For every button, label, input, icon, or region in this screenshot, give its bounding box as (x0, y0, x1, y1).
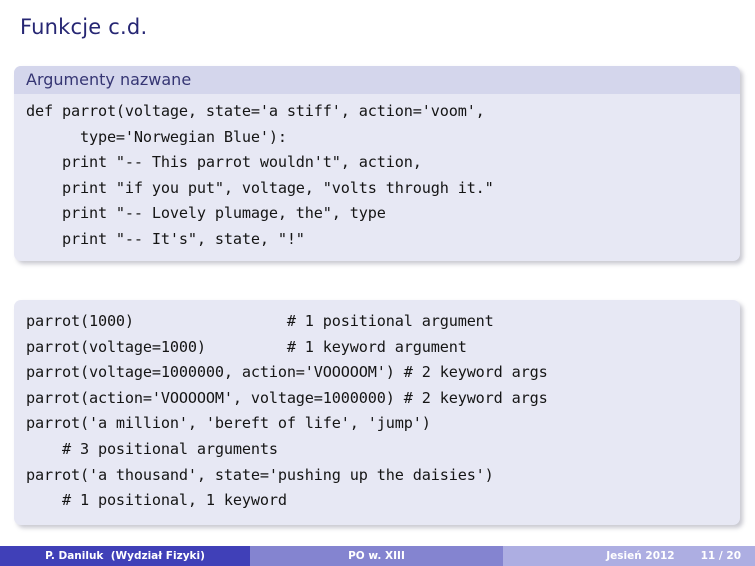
footer-right-group: Jesień 2012 11 / 20 (503, 546, 755, 566)
code-line: parrot(1000) # 1 positional argument (26, 312, 494, 330)
code-listing-function-definition: def parrot(voltage, state='a stiff', act… (14, 94, 740, 261)
code-line: print "-- It's", state, "!" (26, 229, 305, 248)
code-line: parrot('a million', 'bereft of life', 'j… (26, 414, 431, 433)
code-line: # 1 positional, 1 keyword (26, 491, 287, 510)
block-title-argumenty-nazwane: Argumenty nazwane (14, 66, 740, 94)
footer-page-number: 11 / 20 (700, 550, 741, 562)
code-line: print "-- This parrot wouldn't", action, (26, 153, 422, 172)
footer-author: P. Daniluk (Wydział Fizyki) (0, 546, 250, 566)
page-title: Funkcje c.d. (20, 15, 148, 39)
code-line: type='Norwegian Blue'): (26, 127, 287, 146)
footer-course: PO w. XIII (250, 546, 503, 566)
code-line: def parrot(voltage, state='a stiff', act… (26, 102, 485, 120)
code-line: parrot('a thousand', state='pushing up t… (26, 465, 494, 484)
code-line: print "-- Lovely plumage, the", type (26, 204, 386, 223)
code-listing-function-calls: parrot(1000) # 1 positional argument par… (14, 300, 740, 525)
code-line: parrot(action='VOOOOOM', voltage=1000000… (26, 388, 548, 407)
block-argumenty-nazwane: Argumenty nazwane def parrot(voltage, st… (14, 66, 740, 261)
code-line: parrot(voltage=1000000, action='VOOOOOM'… (26, 363, 548, 382)
slide-footer: P. Daniluk (Wydział Fizyki) PO w. XIII J… (0, 546, 755, 566)
code-line: parrot(voltage=1000) # 1 keyword argumen… (26, 337, 467, 356)
code-line: # 3 positional arguments (26, 439, 278, 458)
code-line: print "if you put", voltage, "volts thro… (26, 178, 494, 197)
footer-date: Jesień 2012 (606, 550, 675, 562)
block-function-calls: parrot(1000) # 1 positional argument par… (14, 300, 740, 525)
